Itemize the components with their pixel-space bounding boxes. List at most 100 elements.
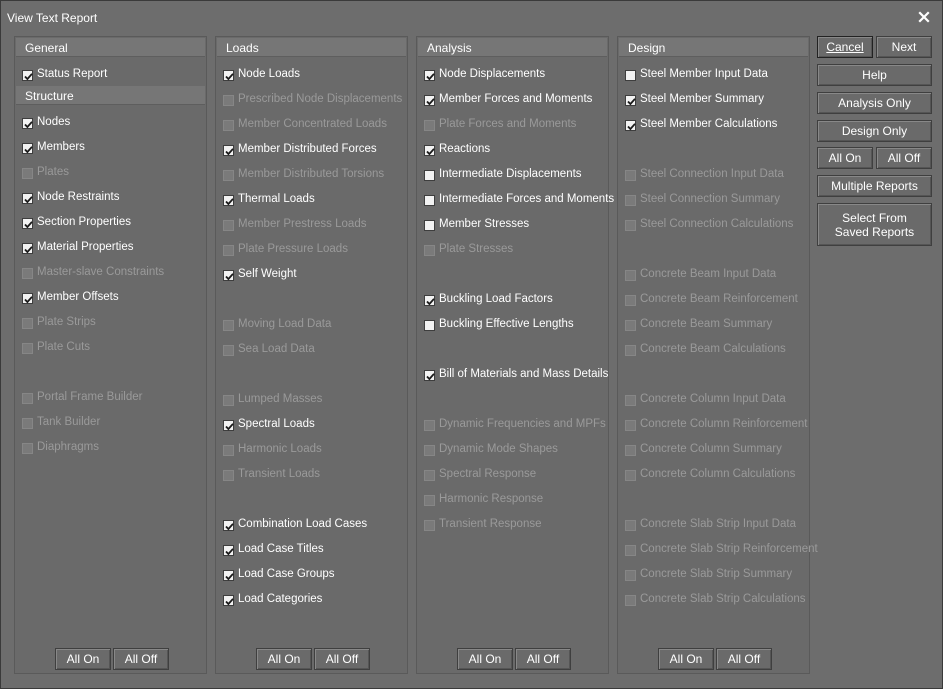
checkbox-checked-icon[interactable] [625,120,636,131]
checkbox-checked-icon[interactable] [223,545,234,556]
checkbox-checked-icon[interactable] [22,243,33,254]
checkbox-checked-icon[interactable] [223,195,234,206]
report-option-label: Spectral Loads [238,418,315,430]
checkbox-checked-icon[interactable] [223,420,234,431]
report-option-label: Plate Cuts [37,341,91,353]
checkbox-unchecked-icon[interactable] [424,320,435,331]
checkbox-checked-icon[interactable] [22,143,33,154]
report-option-label: Node Loads [238,68,301,80]
report-option-label: Section Properties [37,216,131,228]
report-option-label: Diaphragms [37,441,99,453]
checkbox-unchecked-icon [625,420,636,431]
checkbox-checked-icon[interactable] [424,95,435,106]
report-option-label: Concrete Slab Strip Input Data [640,518,796,530]
checkbox-unchecked-icon [223,470,234,481]
report-option-label: Self Weight [238,268,297,280]
checkbox-checked-icon[interactable] [22,293,33,304]
checkbox-checked-icon[interactable] [223,570,234,581]
report-option-label: Plate Pressure Loads [238,243,348,255]
section-header-label: Loads [226,41,259,55]
checkbox-unchecked-icon [424,520,435,531]
report-option-label: Concrete Beam Input Data [640,268,777,280]
report-option-label: Plate Stresses [439,243,514,255]
panel-all-on-button[interactable]: All On [256,648,312,670]
checkbox-checked-icon[interactable] [223,520,234,531]
section-header-label: Design [628,41,666,55]
checkbox-checked-icon[interactable] [424,370,435,381]
checkbox-unchecked-icon [625,520,636,531]
checkbox-checked-icon[interactable] [22,218,33,229]
cancel-button-label: Cancel [826,40,864,54]
report-option-label: Member Concentrated Loads [238,118,387,130]
report-option-label: Node Displacements [439,68,546,80]
global-all-off-label: All Off [887,151,921,165]
cancel-button[interactable]: Cancel [817,36,873,58]
section-header-label: General [25,41,68,55]
panel-all-off-button[interactable]: All Off [314,648,370,670]
checkbox-checked-icon[interactable] [424,295,435,306]
multiple-reports-button[interactable]: Multiple Reports [817,175,932,197]
checkbox-unchecked-icon[interactable] [625,70,636,81]
next-button-label: Next [891,40,917,54]
close-icon[interactable] [916,9,932,25]
checkbox-checked-icon[interactable] [223,145,234,156]
section-header: Structure [16,86,205,105]
report-option-label: Dynamic Mode Shapes [439,443,558,455]
checkbox-checked-icon[interactable] [223,70,234,81]
report-option-label: Plate Strips [37,316,96,328]
report-option-label: Member Prestress Loads [238,218,367,230]
report-option-label: Buckling Load Factors [439,293,553,305]
panel-all-on-button[interactable]: All On [457,648,513,670]
checkbox-unchecked-icon [625,545,636,556]
checkbox-checked-icon[interactable] [223,270,234,281]
help-button[interactable]: Help [817,64,932,86]
report-option-label: Member Offsets [37,291,119,303]
checkbox-unchecked-icon [625,445,636,456]
report-option-label: Sea Load Data [238,343,315,355]
report-option-label: Intermediate Forces and Moments [439,193,615,205]
global-all-off-button[interactable]: All Off [876,147,932,169]
checkbox-unchecked-icon [625,320,636,331]
report-option-label: Concrete Column Reinforcement [640,418,808,430]
panel-all-on-label: All On [267,652,301,666]
global-all-on-label: All On [828,151,862,165]
checkbox-unchecked-icon [223,170,234,181]
section-header-label: Analysis [427,41,472,55]
panel-all-off-button[interactable]: All Off [515,648,571,670]
report-option-label: Portal Frame Builder [37,391,143,403]
report-option-label: Member Stresses [439,218,530,230]
global-all-on-button[interactable]: All On [817,147,873,169]
checkbox-checked-icon[interactable] [223,595,234,606]
report-option-label: Plates [37,166,69,178]
panel-all-off-button[interactable]: All Off [113,648,169,670]
analysis-only-button[interactable]: Analysis Only [817,92,932,114]
checkbox-checked-icon[interactable] [424,70,435,81]
panel-all-on-button[interactable]: All On [55,648,111,670]
checkbox-checked-icon[interactable] [22,118,33,129]
checkbox-unchecked-icon [424,445,435,456]
report-option-label: Tank Builder [37,416,101,428]
report-option-label: Member Distributed Torsions [238,168,385,180]
section-header: Analysis [418,38,607,57]
panel-all-off-button[interactable]: All Off [716,648,772,670]
checkbox-unchecked-icon [22,318,33,329]
checkbox-unchecked-icon [625,570,636,581]
report-option-label: Material Properties [37,241,134,253]
checkbox-unchecked-icon[interactable] [424,220,435,231]
checkbox-unchecked-icon [22,343,33,354]
select-from-saved-reports-button[interactable]: Select From Saved Reports [817,203,932,246]
report-option-label: Bill of Materials and Mass Details [439,368,609,380]
checkbox-unchecked-icon[interactable] [424,170,435,181]
checkbox-checked-icon[interactable] [424,145,435,156]
checkbox-checked-icon[interactable] [22,70,33,81]
next-button[interactable]: Next [876,36,932,58]
checkbox-unchecked-icon [22,418,33,429]
checkbox-unchecked-icon[interactable] [424,195,435,206]
checkbox-checked-icon[interactable] [625,95,636,106]
design-only-button[interactable]: Design Only [817,120,932,142]
checkbox-checked-icon[interactable] [22,193,33,204]
report-option-label: Member Forces and Moments [439,93,593,105]
checkbox-unchecked-icon [22,393,33,404]
panel-all-on-button[interactable]: All On [658,648,714,670]
report-option-label: Members [37,141,85,153]
